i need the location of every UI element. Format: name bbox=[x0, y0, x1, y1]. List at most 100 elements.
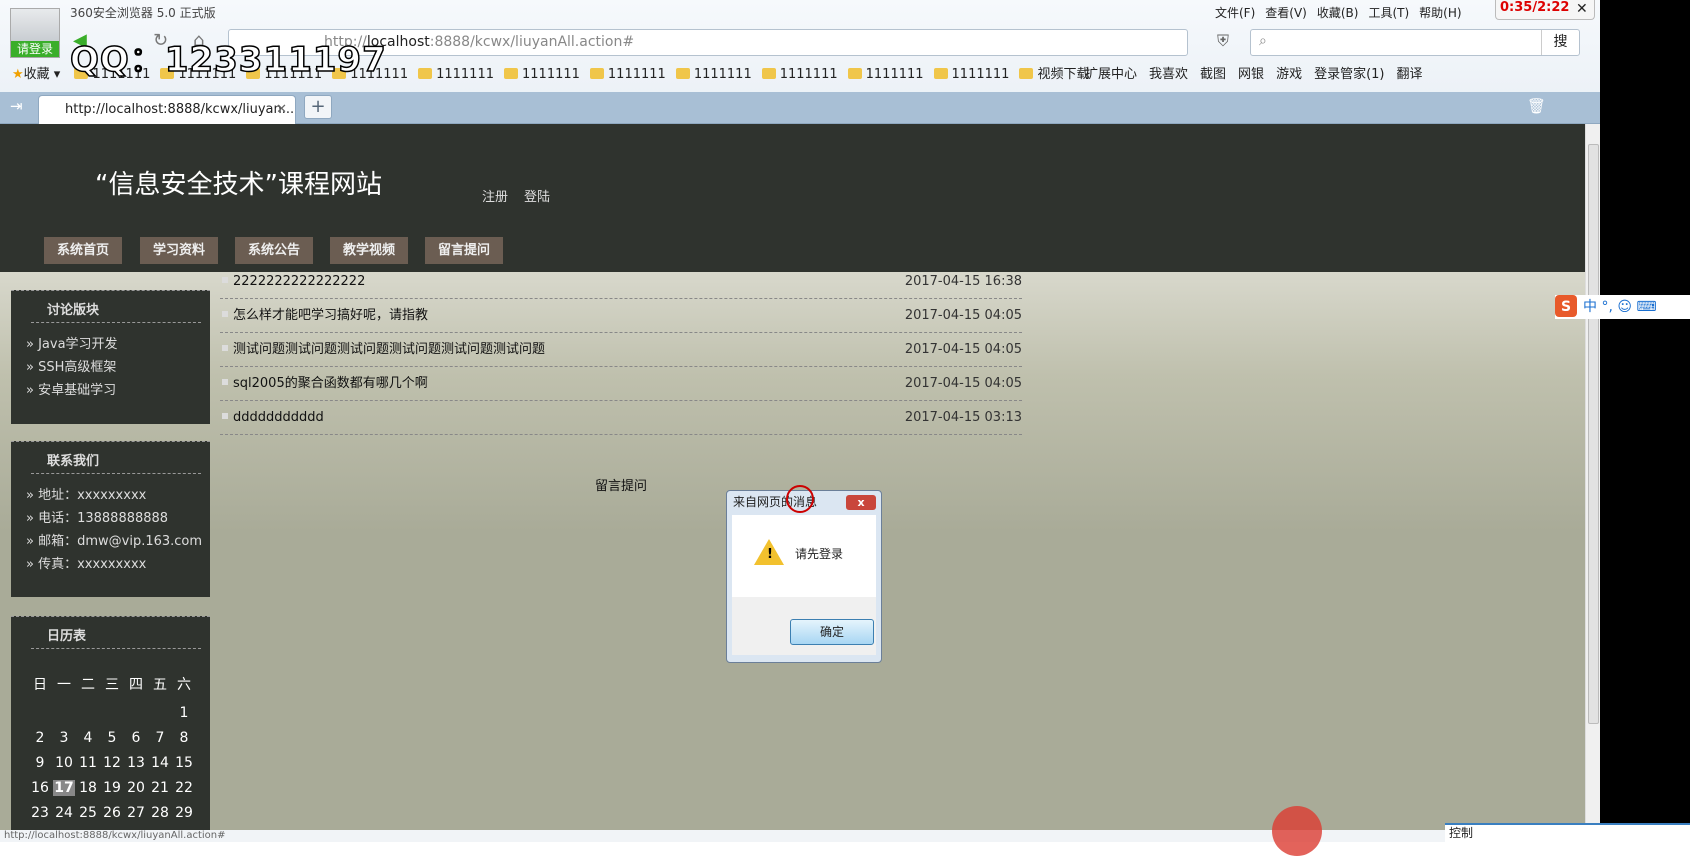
favorites-button[interactable]: 收藏 bbox=[24, 67, 50, 82]
post-date: 2017-04-15 04:05 bbox=[904, 308, 1022, 323]
bullet-icon bbox=[222, 379, 228, 385]
calendar-day-today[interactable]: 17 bbox=[53, 780, 75, 796]
calendar-day[interactable]: 3 bbox=[53, 730, 75, 746]
bookmark-item[interactable]: 1111111 bbox=[761, 67, 838, 82]
bank-button[interactable]: 网银 bbox=[1238, 65, 1264, 85]
calendar-day[interactable]: 5 bbox=[101, 730, 123, 746]
extension-center[interactable]: 扩展中心 bbox=[1085, 65, 1137, 85]
emoji-icon[interactable]: ☺ bbox=[1617, 299, 1632, 315]
calendar-day[interactable]: 11 bbox=[77, 755, 99, 771]
post-title[interactable]: 怎么样才能吧学习搞好呢，请指教 bbox=[233, 308, 428, 323]
site-title: “信息安全技术”课程网站 bbox=[95, 170, 382, 200]
window-title: 360安全浏览器 5.0 正式版 bbox=[70, 6, 216, 20]
keyboard-icon[interactable]: ⌨ bbox=[1636, 299, 1656, 315]
calendar-day[interactable]: 16 bbox=[29, 780, 51, 796]
games-button[interactable]: 游戏 bbox=[1276, 65, 1302, 85]
post-row[interactable]: ddddddddddd 2017-04-15 03:13 bbox=[220, 401, 1022, 435]
calendar-day[interactable]: 4 bbox=[77, 730, 99, 746]
calendar-day[interactable]: 25 bbox=[77, 805, 99, 821]
sogou-icon: S bbox=[1555, 295, 1577, 317]
vertical-scrollbar[interactable] bbox=[1585, 124, 1600, 830]
calendar-day[interactable]: 15 bbox=[173, 755, 195, 771]
calendar-day[interactable]: 10 bbox=[53, 755, 75, 771]
menu-favorites[interactable]: 收藏(B) bbox=[1317, 4, 1359, 21]
trash-icon[interactable]: 🗑 bbox=[1527, 97, 1546, 115]
sidebar-toggle-icon[interactable]: ⇥ bbox=[10, 97, 23, 115]
calendar-day[interactable]: 27 bbox=[125, 805, 147, 821]
calendar-day[interactable]: 21 bbox=[149, 780, 171, 796]
nav-questions[interactable]: 留言提问 bbox=[425, 237, 503, 264]
post-title[interactable]: ddddddddddd bbox=[233, 410, 324, 425]
menu-view[interactable]: 查看(V) bbox=[1265, 4, 1307, 21]
bookmark-item[interactable]: 视频下载 bbox=[1019, 67, 1089, 82]
menu-tools[interactable]: 工具(T) bbox=[1368, 4, 1409, 21]
calendar-day[interactable]: 12 bbox=[101, 755, 123, 771]
nav-videos[interactable]: 教学视频 bbox=[330, 237, 408, 264]
nav-home[interactable]: 系统首页 bbox=[44, 237, 122, 264]
bullet-icon bbox=[222, 277, 228, 283]
register-link[interactable]: 注册 bbox=[482, 190, 508, 205]
calendar-day[interactable]: 22 bbox=[173, 780, 195, 796]
folder-icon bbox=[1019, 68, 1034, 79]
bookmark-item[interactable]: 1111111 bbox=[504, 67, 580, 82]
menu-file[interactable]: 文件(F) bbox=[1215, 4, 1255, 21]
search-button[interactable]: 搜 bbox=[1541, 30, 1579, 55]
calendar-day[interactable]: 23 bbox=[29, 805, 51, 821]
control-panel[interactable]: 控制 bbox=[1445, 823, 1690, 842]
calendar-day[interactable]: 2 bbox=[29, 730, 51, 746]
calendar-day[interactable]: 1 bbox=[173, 705, 195, 721]
shield-icon[interactable]: ⛨ bbox=[1217, 31, 1229, 51]
weekday-label: 四 bbox=[129, 677, 143, 693]
calendar-day[interactable]: 7 bbox=[149, 730, 171, 746]
tab-close-icon[interactable]: ✕ bbox=[276, 96, 287, 123]
screenshot-button[interactable]: 截图 bbox=[1200, 65, 1226, 85]
tab-active[interactable]: http://localhost:8888/kcwx/liuyan... ✕ bbox=[38, 95, 296, 124]
calendar-day[interactable]: 20 bbox=[125, 780, 147, 796]
post-row[interactable]: 怎么样才能吧学习搞好呢，请指教 2017-04-15 04:05 bbox=[220, 299, 1022, 333]
favorites-like[interactable]: 我喜欢 bbox=[1149, 65, 1188, 85]
post-title[interactable]: sql2005的聚合函数都有哪几个啊 bbox=[233, 376, 428, 391]
calendar-day[interactable]: 9 bbox=[29, 755, 51, 771]
calendar-day[interactable]: 28 bbox=[149, 805, 171, 821]
bookmark-item[interactable]: 1111111 bbox=[675, 67, 752, 82]
calendar-day[interactable]: 14 bbox=[149, 755, 171, 771]
post-row[interactable]: 测试问题测试问题测试问题测试问题测试问题测试问题 2017-04-15 04:05 bbox=[220, 333, 1022, 367]
dialog-close-button[interactable]: x bbox=[846, 495, 876, 510]
bookmark-item[interactable]: 1111111 bbox=[418, 67, 494, 82]
calendar-day[interactable]: 26 bbox=[101, 805, 123, 821]
bookmark-label: 1111111 bbox=[865, 67, 924, 82]
calendar-day[interactable]: 19 bbox=[101, 780, 123, 796]
calendar-day[interactable]: 24 bbox=[53, 805, 75, 821]
contact-fax: » 传真：xxxxxxxxx bbox=[26, 557, 147, 572]
forum-item[interactable]: » SSH高级框架 bbox=[26, 356, 210, 379]
forum-item[interactable]: » Java学习开发 bbox=[26, 333, 210, 356]
menu-help[interactable]: 帮助(H) bbox=[1419, 4, 1461, 21]
nav-materials[interactable]: 学习资料 bbox=[140, 237, 218, 264]
calendar-day[interactable]: 8 bbox=[173, 730, 195, 746]
ok-button[interactable]: 确定 bbox=[790, 619, 874, 645]
post-title[interactable]: 测试问题测试问题测试问题测试问题测试问题测试问题 bbox=[233, 342, 545, 357]
user-avatar[interactable]: 请登录 bbox=[10, 8, 60, 58]
bookmark-item[interactable]: 1111111 bbox=[933, 67, 1009, 82]
translate-button[interactable]: 翻译 bbox=[1397, 65, 1423, 85]
calendar-day[interactable]: 29 bbox=[173, 805, 195, 821]
calendar-day[interactable]: 6 bbox=[125, 730, 147, 746]
close-icon[interactable]: ✕ bbox=[1576, 1, 1588, 17]
calendar-day[interactable]: 13 bbox=[125, 755, 147, 771]
bookmark-item[interactable]: 1111111 bbox=[589, 67, 666, 82]
login-button[interactable]: 请登录 bbox=[11, 41, 59, 57]
ime-toolbar[interactable]: S 中 °, ☺ ⌨ bbox=[1555, 295, 1690, 319]
login-manager[interactable]: 登录管家(1) bbox=[1314, 65, 1384, 85]
ime-mode[interactable]: 中 °, bbox=[1583, 299, 1613, 315]
post-row[interactable]: sql2005的聚合函数都有哪几个啊 2017-04-15 04:05 bbox=[220, 367, 1022, 401]
post-title[interactable]: 2222222222222222 bbox=[233, 274, 365, 289]
bookmark-item[interactable]: 1111111 bbox=[847, 67, 924, 82]
post-row[interactable]: 2222222222222222 2017-04-15 16:38 bbox=[220, 265, 1022, 299]
new-tab-button[interactable]: + bbox=[304, 95, 332, 119]
search-input[interactable]: ⌕ 搜 bbox=[1250, 29, 1580, 56]
login-link[interactable]: 登陆 bbox=[524, 190, 550, 205]
forum-item[interactable]: » 安卓基础学习 bbox=[26, 379, 210, 402]
nav-notices[interactable]: 系统公告 bbox=[235, 237, 313, 264]
post-question-link[interactable]: 留言提问 bbox=[595, 475, 647, 494]
calendar-day[interactable]: 18 bbox=[77, 780, 99, 796]
